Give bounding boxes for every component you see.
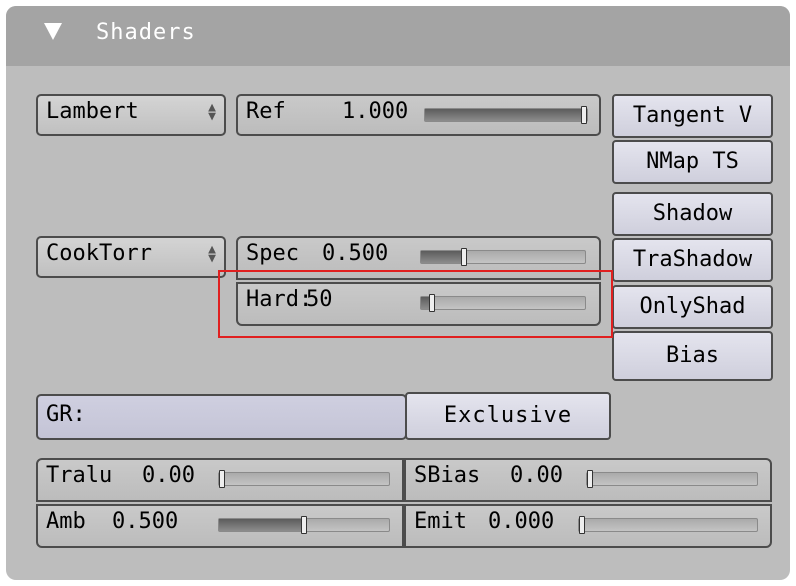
amb-slider-fill: [219, 519, 301, 531]
spec-slider[interactable]: Spec 0.500: [236, 236, 601, 280]
triangle-down-icon[interactable]: [44, 23, 62, 40]
diffuse-shader-menu[interactable]: Lambert ▲ ▼: [36, 94, 226, 136]
bias-button[interactable]: Bias: [612, 331, 773, 381]
sbias-label: SBias: [414, 463, 481, 488]
hard-label: Hard:: [246, 287, 313, 312]
diffuse-shader-label: Lambert: [46, 99, 139, 124]
tralu-slider[interactable]: Tralu 0.00: [36, 458, 404, 502]
sbias-slider-track[interactable]: [586, 470, 758, 488]
specular-shader-menu[interactable]: CookTorr ▲ ▼: [36, 236, 226, 278]
group-field[interactable]: GR:: [36, 394, 407, 440]
tralu-slider-track[interactable]: [218, 470, 390, 488]
onlyshad-button[interactable]: OnlyShad: [612, 285, 773, 329]
amb-slider-knob[interactable]: [301, 516, 307, 534]
amb-slider[interactable]: Amb 0.500: [36, 504, 404, 548]
sbias-value: 0.00: [510, 463, 563, 488]
ref-value: 1.000: [342, 99, 409, 124]
spec-slider-knob[interactable]: [461, 248, 467, 266]
emit-slider-knob[interactable]: [579, 516, 585, 534]
ref-slider-track[interactable]: [424, 106, 588, 124]
amb-label: Amb: [46, 509, 86, 534]
up-down-arrows-icon: ▲ ▼: [208, 100, 216, 124]
sbias-slider-knob[interactable]: [587, 470, 593, 488]
up-down-arrows-icon: ▲ ▼: [208, 242, 216, 266]
nmap-ts-button[interactable]: NMap TS: [612, 140, 773, 184]
tralu-slider-knob[interactable]: [219, 470, 225, 488]
hard-slider-fill: [421, 297, 429, 309]
ref-label: Ref: [246, 99, 286, 124]
group-label: GR:: [46, 402, 86, 427]
emit-slider-track[interactable]: [578, 516, 758, 534]
trashadow-button[interactable]: TraShadow: [612, 238, 773, 282]
exclusive-button[interactable]: Exclusive: [405, 392, 611, 440]
emit-slider[interactable]: Emit 0.000: [404, 504, 772, 548]
panel-title: Shaders: [96, 20, 196, 45]
ref-slider[interactable]: Ref 1.000: [236, 94, 601, 136]
ref-slider-knob[interactable]: [581, 106, 587, 124]
hard-slider-track[interactable]: [420, 294, 586, 312]
hard-slider[interactable]: Hard: 50: [236, 282, 601, 326]
tralu-label: Tralu: [46, 463, 113, 488]
spec-label: Spec: [246, 241, 299, 266]
ref-slider-fill: [425, 109, 581, 121]
panel-header[interactable]: Shaders: [6, 6, 790, 66]
amb-value: 0.500: [112, 509, 179, 534]
shadow-button[interactable]: Shadow: [612, 192, 773, 236]
emit-label: Emit: [414, 509, 467, 534]
sbias-slider[interactable]: SBias 0.00: [404, 458, 772, 502]
tangent-v-button[interactable]: Tangent V: [612, 94, 773, 138]
specular-shader-label: CookTorr: [46, 241, 152, 266]
hard-value: 50: [306, 287, 333, 312]
amb-slider-track[interactable]: [218, 516, 390, 534]
hard-slider-knob[interactable]: [429, 294, 435, 312]
spec-slider-track[interactable]: [420, 248, 586, 266]
emit-value: 0.000: [488, 509, 555, 534]
spec-value: 0.500: [322, 241, 389, 266]
tralu-value: 0.00: [142, 463, 195, 488]
spec-slider-fill: [421, 251, 461, 263]
